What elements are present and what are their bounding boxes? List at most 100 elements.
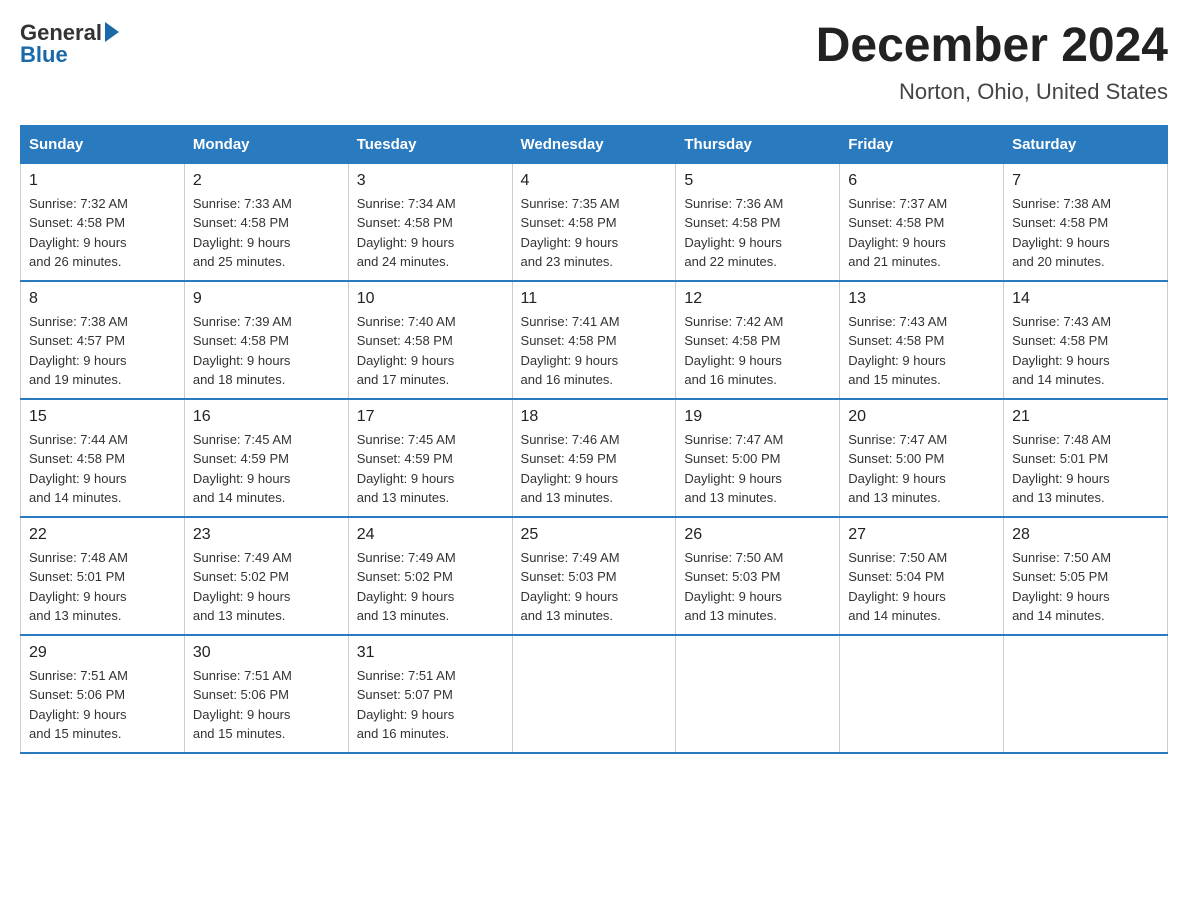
day-info: Sunrise: 7:50 AMSunset: 5:03 PMDaylight:… bbox=[684, 550, 783, 624]
table-row: 12 Sunrise: 7:42 AMSunset: 4:58 PMDaylig… bbox=[676, 281, 840, 399]
day-info: Sunrise: 7:39 AMSunset: 4:58 PMDaylight:… bbox=[193, 314, 292, 388]
day-info: Sunrise: 7:45 AMSunset: 4:59 PMDaylight:… bbox=[193, 432, 292, 506]
day-info: Sunrise: 7:41 AMSunset: 4:58 PMDaylight:… bbox=[521, 314, 620, 388]
table-row: 6 Sunrise: 7:37 AMSunset: 4:58 PMDayligh… bbox=[840, 163, 1004, 281]
day-number: 25 bbox=[521, 526, 668, 544]
day-number: 15 bbox=[29, 408, 176, 426]
header-friday: Friday bbox=[840, 125, 1004, 163]
logo: General Blue bbox=[20, 20, 119, 68]
header-tuesday: Tuesday bbox=[348, 125, 512, 163]
day-number: 17 bbox=[357, 408, 504, 426]
table-row: 8 Sunrise: 7:38 AMSunset: 4:57 PMDayligh… bbox=[21, 281, 185, 399]
logo-triangle-icon bbox=[105, 22, 119, 42]
day-number: 3 bbox=[357, 172, 504, 190]
day-number: 23 bbox=[193, 526, 340, 544]
header-saturday: Saturday bbox=[1004, 125, 1168, 163]
calendar-week-row: 29 Sunrise: 7:51 AMSunset: 5:06 PMDaylig… bbox=[21, 635, 1168, 753]
table-row: 15 Sunrise: 7:44 AMSunset: 4:58 PMDaylig… bbox=[21, 399, 185, 517]
day-info: Sunrise: 7:47 AMSunset: 5:00 PMDaylight:… bbox=[848, 432, 947, 506]
day-number: 1 bbox=[29, 172, 176, 190]
table-row: 3 Sunrise: 7:34 AMSunset: 4:58 PMDayligh… bbox=[348, 163, 512, 281]
day-number: 22 bbox=[29, 526, 176, 544]
table-row: 17 Sunrise: 7:45 AMSunset: 4:59 PMDaylig… bbox=[348, 399, 512, 517]
day-number: 14 bbox=[1012, 290, 1159, 308]
day-info: Sunrise: 7:38 AMSunset: 4:57 PMDaylight:… bbox=[29, 314, 128, 388]
calendar-week-row: 15 Sunrise: 7:44 AMSunset: 4:58 PMDaylig… bbox=[21, 399, 1168, 517]
calendar-week-row: 22 Sunrise: 7:48 AMSunset: 5:01 PMDaylig… bbox=[21, 517, 1168, 635]
table-row: 4 Sunrise: 7:35 AMSunset: 4:58 PMDayligh… bbox=[512, 163, 676, 281]
day-number: 5 bbox=[684, 172, 831, 190]
day-info: Sunrise: 7:43 AMSunset: 4:58 PMDaylight:… bbox=[1012, 314, 1111, 388]
day-info: Sunrise: 7:35 AMSunset: 4:58 PMDaylight:… bbox=[521, 196, 620, 270]
calendar-header-row: Sunday Monday Tuesday Wednesday Thursday… bbox=[21, 125, 1168, 163]
header: General Blue December 2024 Norton, Ohio,… bbox=[20, 20, 1168, 105]
day-number: 24 bbox=[357, 526, 504, 544]
table-row: 29 Sunrise: 7:51 AMSunset: 5:06 PMDaylig… bbox=[21, 635, 185, 753]
day-number: 11 bbox=[521, 290, 668, 308]
table-row: 24 Sunrise: 7:49 AMSunset: 5:02 PMDaylig… bbox=[348, 517, 512, 635]
day-info: Sunrise: 7:51 AMSunset: 5:06 PMDaylight:… bbox=[193, 668, 292, 742]
day-info: Sunrise: 7:37 AMSunset: 4:58 PMDaylight:… bbox=[848, 196, 947, 270]
day-info: Sunrise: 7:51 AMSunset: 5:07 PMDaylight:… bbox=[357, 668, 456, 742]
day-number: 12 bbox=[684, 290, 831, 308]
calendar-table: Sunday Monday Tuesday Wednesday Thursday… bbox=[20, 125, 1168, 754]
table-row: 31 Sunrise: 7:51 AMSunset: 5:07 PMDaylig… bbox=[348, 635, 512, 753]
table-row bbox=[1004, 635, 1168, 753]
day-number: 19 bbox=[684, 408, 831, 426]
table-row: 26 Sunrise: 7:50 AMSunset: 5:03 PMDaylig… bbox=[676, 517, 840, 635]
table-row: 14 Sunrise: 7:43 AMSunset: 4:58 PMDaylig… bbox=[1004, 281, 1168, 399]
day-number: 7 bbox=[1012, 172, 1159, 190]
table-row: 23 Sunrise: 7:49 AMSunset: 5:02 PMDaylig… bbox=[184, 517, 348, 635]
day-info: Sunrise: 7:48 AMSunset: 5:01 PMDaylight:… bbox=[29, 550, 128, 624]
table-row: 19 Sunrise: 7:47 AMSunset: 5:00 PMDaylig… bbox=[676, 399, 840, 517]
day-info: Sunrise: 7:49 AMSunset: 5:02 PMDaylight:… bbox=[357, 550, 456, 624]
header-wednesday: Wednesday bbox=[512, 125, 676, 163]
day-info: Sunrise: 7:45 AMSunset: 4:59 PMDaylight:… bbox=[357, 432, 456, 506]
day-number: 13 bbox=[848, 290, 995, 308]
title-area: December 2024 Norton, Ohio, United State… bbox=[816, 20, 1168, 105]
header-thursday: Thursday bbox=[676, 125, 840, 163]
day-info: Sunrise: 7:40 AMSunset: 4:58 PMDaylight:… bbox=[357, 314, 456, 388]
day-number: 20 bbox=[848, 408, 995, 426]
table-row: 10 Sunrise: 7:40 AMSunset: 4:58 PMDaylig… bbox=[348, 281, 512, 399]
table-row: 7 Sunrise: 7:38 AMSunset: 4:58 PMDayligh… bbox=[1004, 163, 1168, 281]
table-row: 25 Sunrise: 7:49 AMSunset: 5:03 PMDaylig… bbox=[512, 517, 676, 635]
day-number: 6 bbox=[848, 172, 995, 190]
day-number: 21 bbox=[1012, 408, 1159, 426]
table-row bbox=[512, 635, 676, 753]
day-number: 16 bbox=[193, 408, 340, 426]
table-row: 1 Sunrise: 7:32 AMSunset: 4:58 PMDayligh… bbox=[21, 163, 185, 281]
table-row: 5 Sunrise: 7:36 AMSunset: 4:58 PMDayligh… bbox=[676, 163, 840, 281]
table-row: 11 Sunrise: 7:41 AMSunset: 4:58 PMDaylig… bbox=[512, 281, 676, 399]
table-row: 13 Sunrise: 7:43 AMSunset: 4:58 PMDaylig… bbox=[840, 281, 1004, 399]
table-row: 9 Sunrise: 7:39 AMSunset: 4:58 PMDayligh… bbox=[184, 281, 348, 399]
day-info: Sunrise: 7:38 AMSunset: 4:58 PMDaylight:… bbox=[1012, 196, 1111, 270]
day-info: Sunrise: 7:33 AMSunset: 4:58 PMDaylight:… bbox=[193, 196, 292, 270]
day-info: Sunrise: 7:32 AMSunset: 4:58 PMDaylight:… bbox=[29, 196, 128, 270]
table-row: 21 Sunrise: 7:48 AMSunset: 5:01 PMDaylig… bbox=[1004, 399, 1168, 517]
day-number: 30 bbox=[193, 644, 340, 662]
day-info: Sunrise: 7:46 AMSunset: 4:59 PMDaylight:… bbox=[521, 432, 620, 506]
table-row bbox=[676, 635, 840, 753]
day-info: Sunrise: 7:49 AMSunset: 5:03 PMDaylight:… bbox=[521, 550, 620, 624]
table-row: 16 Sunrise: 7:45 AMSunset: 4:59 PMDaylig… bbox=[184, 399, 348, 517]
day-info: Sunrise: 7:43 AMSunset: 4:58 PMDaylight:… bbox=[848, 314, 947, 388]
day-number: 27 bbox=[848, 526, 995, 544]
day-number: 29 bbox=[29, 644, 176, 662]
table-row: 30 Sunrise: 7:51 AMSunset: 5:06 PMDaylig… bbox=[184, 635, 348, 753]
table-row: 20 Sunrise: 7:47 AMSunset: 5:00 PMDaylig… bbox=[840, 399, 1004, 517]
table-row: 22 Sunrise: 7:48 AMSunset: 5:01 PMDaylig… bbox=[21, 517, 185, 635]
table-row bbox=[840, 635, 1004, 753]
day-info: Sunrise: 7:44 AMSunset: 4:58 PMDaylight:… bbox=[29, 432, 128, 506]
day-info: Sunrise: 7:34 AMSunset: 4:58 PMDaylight:… bbox=[357, 196, 456, 270]
day-info: Sunrise: 7:50 AMSunset: 5:04 PMDaylight:… bbox=[848, 550, 947, 624]
day-number: 26 bbox=[684, 526, 831, 544]
day-number: 28 bbox=[1012, 526, 1159, 544]
table-row: 18 Sunrise: 7:46 AMSunset: 4:59 PMDaylig… bbox=[512, 399, 676, 517]
day-info: Sunrise: 7:50 AMSunset: 5:05 PMDaylight:… bbox=[1012, 550, 1111, 624]
day-number: 8 bbox=[29, 290, 176, 308]
table-row: 27 Sunrise: 7:50 AMSunset: 5:04 PMDaylig… bbox=[840, 517, 1004, 635]
logo-blue-text: Blue bbox=[20, 42, 68, 68]
day-info: Sunrise: 7:48 AMSunset: 5:01 PMDaylight:… bbox=[1012, 432, 1111, 506]
calendar-week-row: 1 Sunrise: 7:32 AMSunset: 4:58 PMDayligh… bbox=[21, 163, 1168, 281]
